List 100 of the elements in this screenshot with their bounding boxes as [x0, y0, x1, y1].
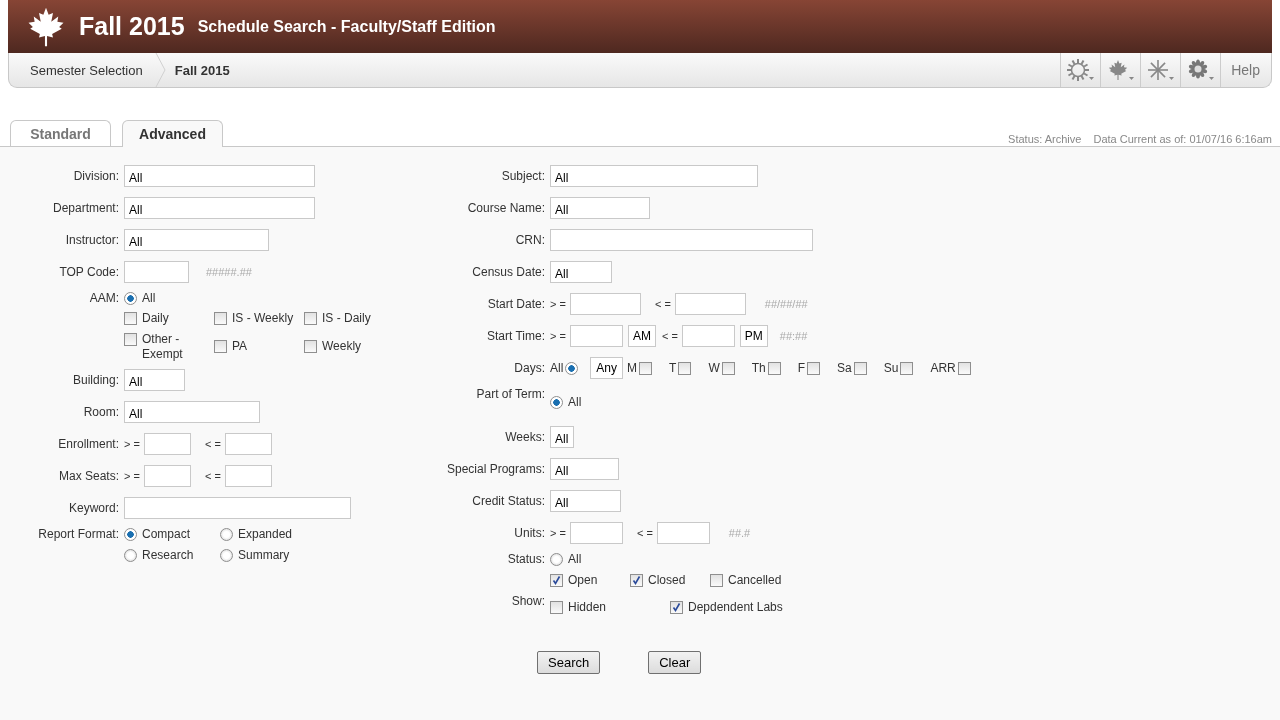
input-field[interactable]: All [124, 165, 315, 187]
option-label: All [568, 394, 582, 410]
input-field[interactable]: All [550, 261, 612, 283]
radio-button[interactable] [124, 528, 137, 541]
input-field[interactable] [569, 325, 623, 347]
checkbox[interactable] [678, 362, 692, 375]
checkbox[interactable] [670, 600, 683, 614]
input-field[interactable]: All [550, 197, 650, 219]
checkbox[interactable] [214, 312, 227, 325]
field-label: AAM: [88, 290, 119, 307]
input-field[interactable]: All [124, 197, 315, 219]
radio-button[interactable] [220, 528, 233, 541]
checkbox[interactable] [957, 362, 971, 375]
breadcrumb-link[interactable]: Semester Selection [9, 53, 155, 87]
field-label: CRN: [514, 233, 545, 247]
radio-button[interactable] [124, 549, 137, 562]
field-label: Start Time: [486, 329, 545, 343]
form-button[interactable]: Search [537, 651, 601, 674]
form-button[interactable]: Clear [648, 651, 702, 674]
checkbox[interactable] [710, 574, 723, 587]
status-text: Status: Archive [1008, 131, 1082, 145]
checkbox[interactable] [630, 574, 643, 587]
input-field[interactable] [681, 325, 735, 347]
field-label: Keyword: [67, 501, 119, 515]
input-field[interactable] [550, 229, 813, 251]
breadcrumb-link[interactable]: Fall 2015 [166, 53, 242, 87]
input-field[interactable] [674, 293, 746, 315]
input-field[interactable] [569, 293, 641, 315]
input-field[interactable] [124, 261, 189, 283]
checkbox[interactable] [550, 574, 563, 587]
asterisk-icon [1147, 59, 1170, 81]
field-label: Days: [513, 361, 545, 375]
flower-icon [1187, 59, 1210, 81]
input-field[interactable]: All [124, 369, 185, 391]
input-field[interactable]: All [550, 490, 621, 512]
option-label: M [627, 361, 638, 375]
tab[interactable]: Advanced [122, 120, 223, 147]
operator-label: < = [204, 470, 221, 482]
checkbox[interactable] [767, 362, 781, 375]
input-field[interactable] [143, 433, 191, 455]
option-label: All [568, 552, 582, 567]
option-label: Su [883, 361, 899, 375]
input-field[interactable]: All [550, 165, 758, 187]
checkbox[interactable] [124, 332, 137, 346]
field-label: TOP Code: [58, 265, 119, 279]
input-field[interactable] [124, 497, 351, 519]
field-label: Building: [71, 373, 119, 387]
input-field[interactable] [569, 522, 623, 544]
radio-button[interactable] [565, 362, 579, 375]
checkbox[interactable] [807, 362, 821, 375]
period-field[interactable]: PM [739, 325, 768, 347]
operator-label: < = [636, 527, 653, 539]
input-field[interactable] [656, 522, 710, 544]
field-label: Special Programs: [445, 462, 545, 476]
option-label: IS - Weekly [232, 311, 294, 326]
help-button[interactable]: Help [1220, 53, 1271, 87]
checkbox[interactable] [853, 362, 867, 375]
option-label: PA [232, 339, 248, 354]
input-field[interactable]: All [550, 426, 574, 448]
checkbox[interactable] [721, 362, 735, 375]
checkbox[interactable] [214, 340, 227, 353]
field-label: Enrollment: [57, 437, 119, 451]
checkbox[interactable] [124, 312, 137, 325]
input-field[interactable]: All [124, 401, 260, 423]
radio-button[interactable] [550, 395, 563, 409]
caret-icon [1209, 77, 1215, 80]
operator-label: > = [550, 298, 566, 310]
input-field[interactable] [224, 433, 272, 455]
tab[interactable]: Standard [10, 120, 111, 146]
sun-icon [1067, 59, 1090, 81]
input-field[interactable]: All [124, 229, 269, 251]
option-label: Expanded [238, 527, 293, 542]
radio-button[interactable] [550, 553, 563, 566]
field-label: Subject: [500, 169, 545, 183]
option-label: Hidden [568, 599, 607, 615]
option-label: Th [751, 361, 766, 375]
operator-label: > = [550, 527, 566, 539]
option-label: All [550, 361, 564, 375]
field-label: Department: [51, 201, 119, 215]
input-field[interactable] [143, 465, 191, 487]
checkbox[interactable] [639, 362, 653, 375]
field-label: Credit Status: [471, 494, 545, 508]
checkbox[interactable] [304, 340, 317, 353]
operator-label: > = [124, 438, 140, 450]
radio-button[interactable] [124, 291, 137, 305]
option-label: All [142, 290, 156, 306]
input-field[interactable]: All [550, 458, 619, 480]
checkbox[interactable] [550, 600, 563, 614]
option-label: T [669, 361, 677, 375]
option-label: Daily [142, 311, 169, 326]
input-field[interactable] [224, 465, 272, 487]
day-field[interactable]: Any [590, 357, 624, 379]
checkbox[interactable] [900, 362, 914, 375]
format-hint: ##/##/## [764, 298, 808, 310]
option-label: Summary [238, 548, 290, 563]
field-label: Instructor: [64, 233, 119, 247]
format-hint: ##:## [779, 330, 808, 342]
checkbox[interactable] [304, 312, 317, 325]
period-field[interactable]: AM [627, 325, 656, 347]
radio-button[interactable] [220, 549, 233, 562]
